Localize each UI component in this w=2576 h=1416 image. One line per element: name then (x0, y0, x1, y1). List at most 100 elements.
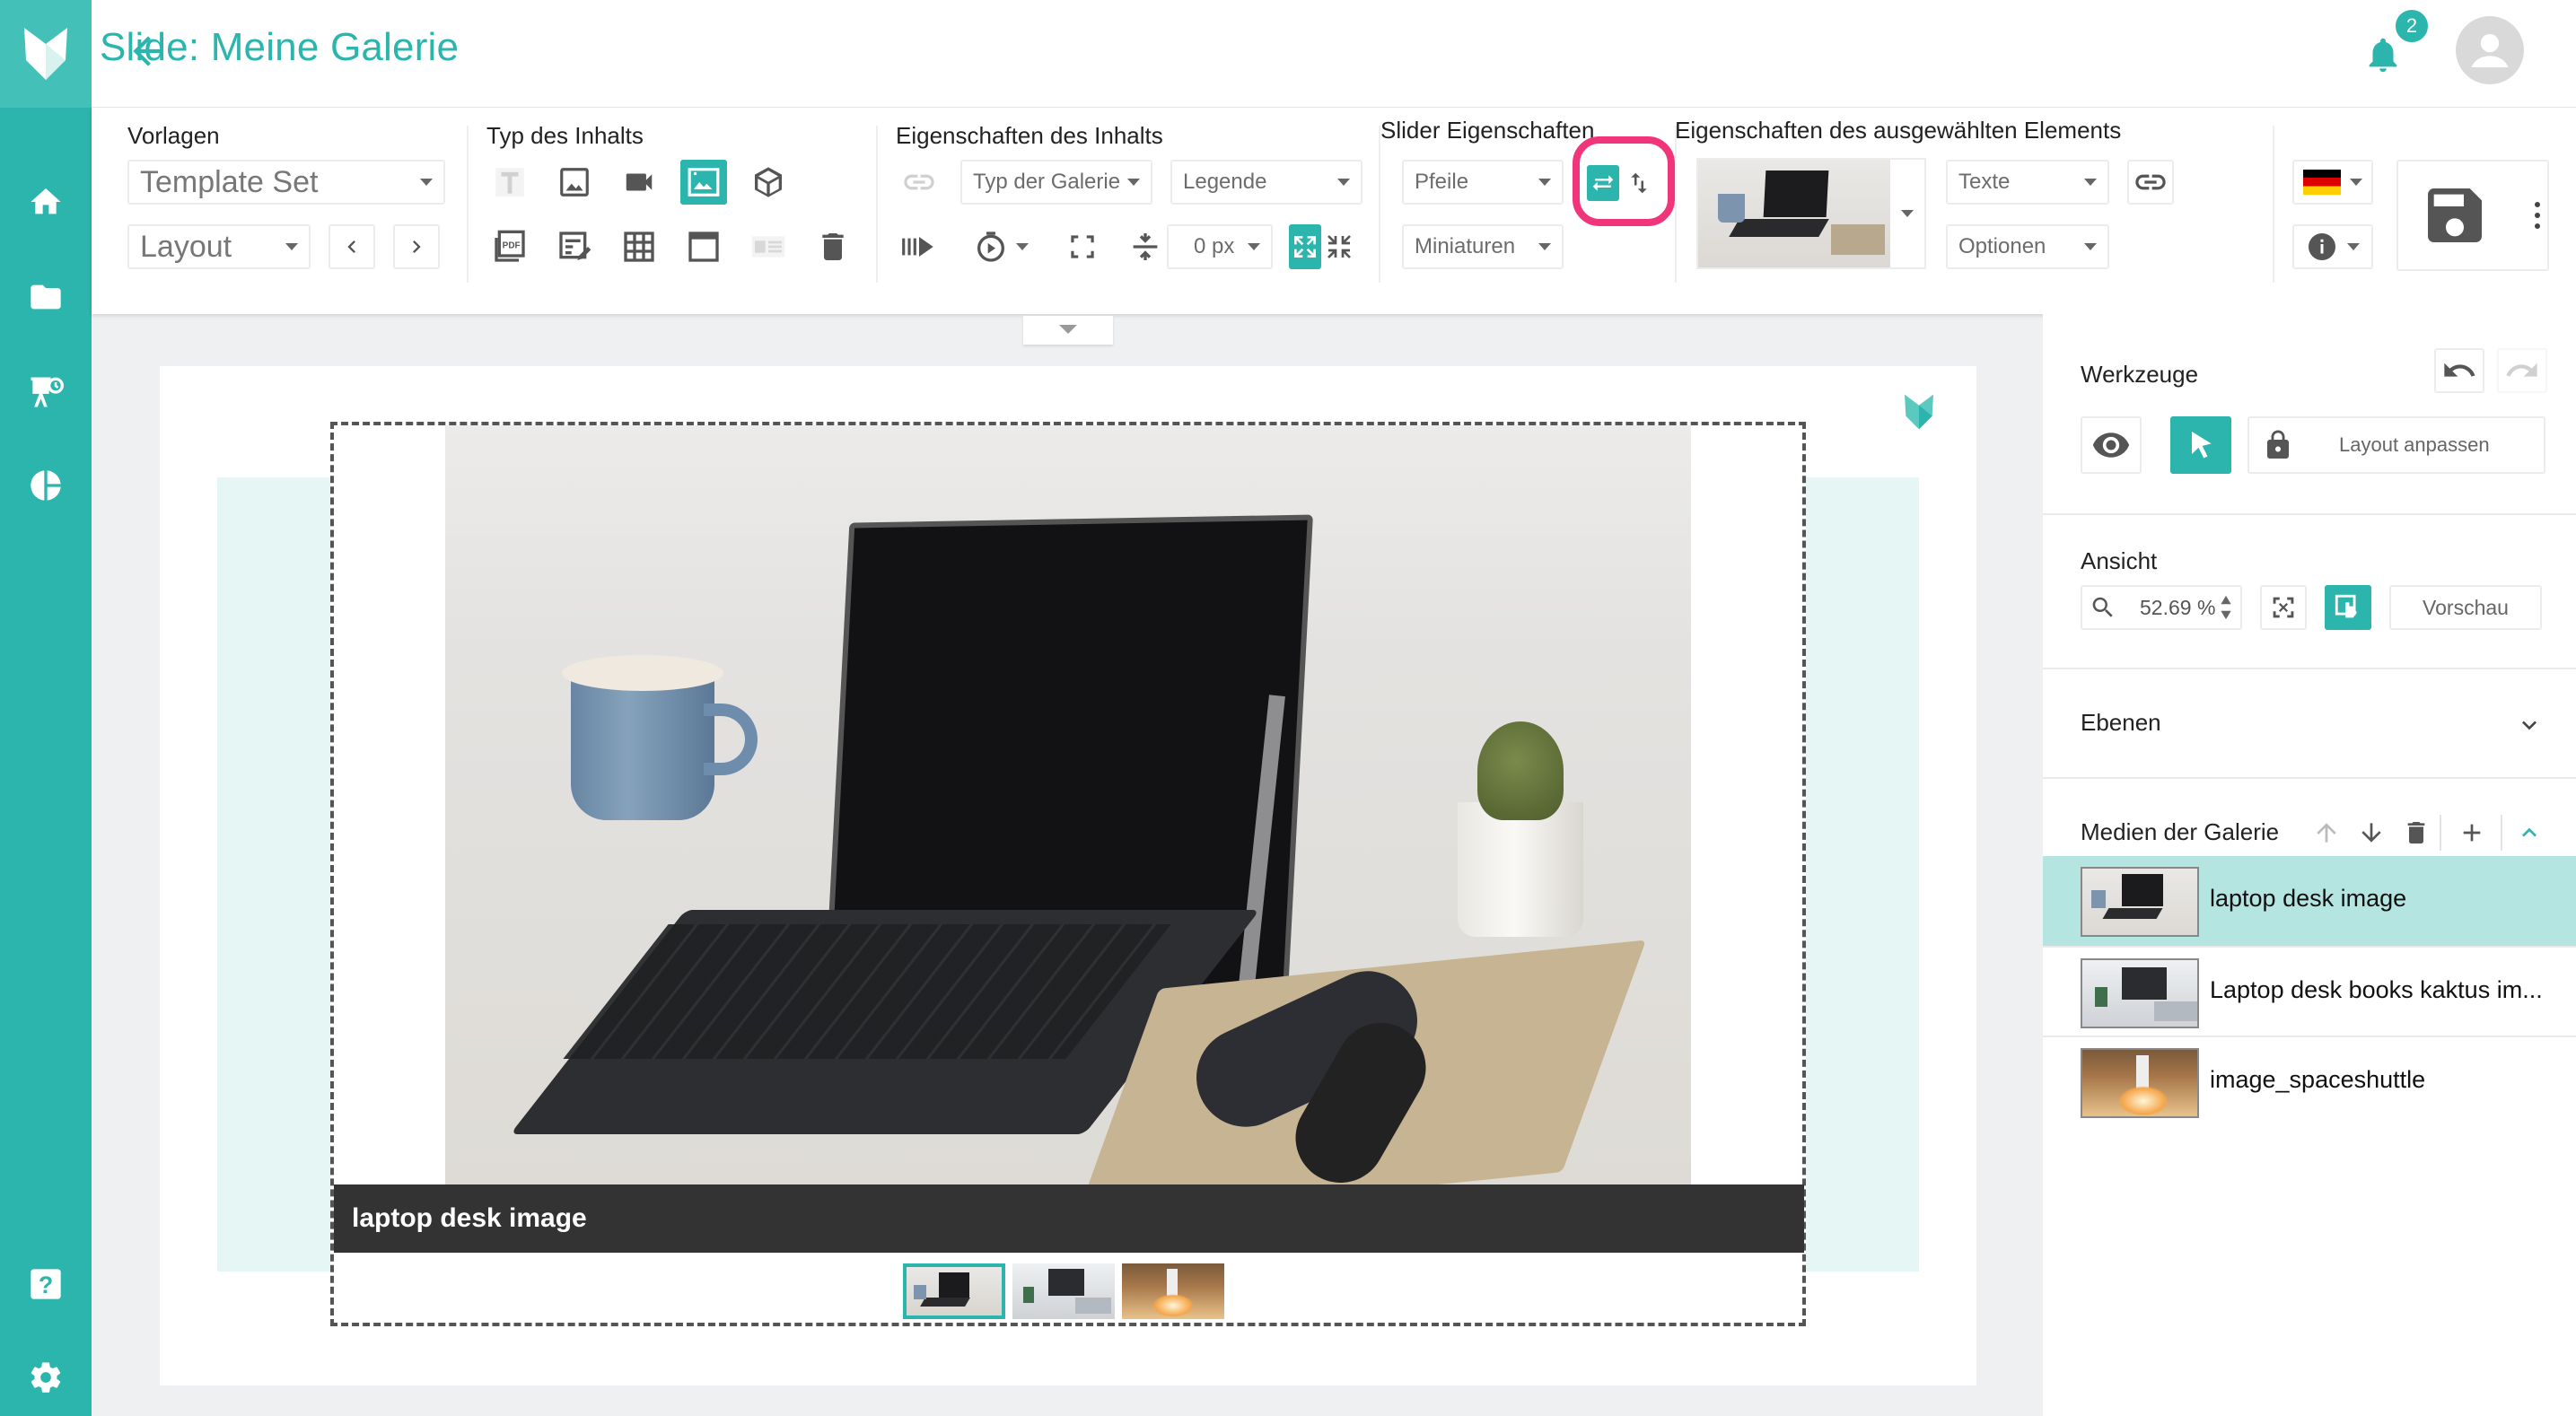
chevron-up-icon[interactable] (2515, 818, 2544, 852)
text-icon (495, 168, 524, 197)
pan-tool-button[interactable] (2325, 585, 2371, 630)
link-button[interactable] (896, 160, 942, 205)
move-down-icon[interactable] (2357, 818, 2386, 852)
undo-button[interactable] (2434, 348, 2484, 393)
table-icon (624, 232, 654, 262)
fullscreen-button[interactable] (1059, 224, 1106, 269)
spacing-icon-button[interactable] (1122, 224, 1169, 269)
select-tool-button[interactable] (2170, 416, 2231, 474)
delete-content-button[interactable] (810, 224, 856, 269)
gallery-type-select[interactable]: Typ der Galerie (960, 160, 1152, 205)
divider (2043, 513, 2576, 515)
home-icon[interactable] (23, 179, 68, 224)
gallery-type-button[interactable] (680, 160, 727, 205)
app-logo[interactable] (0, 0, 92, 108)
add-media-icon[interactable] (2458, 818, 2486, 852)
move-up-icon[interactable] (2312, 818, 2341, 852)
timer-select[interactable] (960, 224, 1041, 269)
settings-icon[interactable] (23, 1355, 68, 1400)
divider (467, 126, 469, 283)
video-camera-icon (626, 173, 653, 191)
pdf-type-button[interactable]: PDF (486, 224, 533, 269)
legend-select[interactable]: Legende (1170, 160, 1362, 205)
media-list-item[interactable]: laptop desk image (2043, 856, 2576, 946)
element-link-button[interactable] (2127, 160, 2174, 205)
ebenen-label[interactable]: Ebenen (2081, 709, 2161, 737)
3d-object-type-button[interactable] (745, 160, 792, 205)
table-type-button[interactable] (616, 224, 662, 269)
text-type-button[interactable] (486, 160, 533, 205)
vorschau-button[interactable]: Vorschau (2389, 585, 2542, 630)
werkzeuge-label: Werkzeuge (2081, 361, 2199, 388)
fit-view-button[interactable] (2260, 585, 2307, 630)
form-type-button[interactable] (551, 224, 598, 269)
image-type-button[interactable] (551, 160, 598, 205)
gallery-thumbnail-2[interactable] (1012, 1263, 1115, 1319)
chevron-down-icon[interactable] (2515, 711, 2544, 744)
eye-icon (2092, 433, 2130, 458)
fox-logo-icon (24, 28, 67, 80)
media-thumbnail (2081, 958, 2199, 1028)
thumbnails-select[interactable]: Miniaturen (1402, 224, 1564, 269)
gallery-thumbnail-1[interactable] (903, 1263, 1005, 1319)
card-type-button[interactable] (745, 224, 792, 269)
medien-label: Medien der Galerie (2081, 818, 2280, 845)
next-layout-button[interactable] (393, 224, 440, 269)
presentation-icon[interactable] (23, 370, 68, 415)
compress-arrows-icon (1327, 235, 1351, 258)
chevron-left-icon (347, 240, 355, 253)
gallery-thumbnail-3[interactable] (1122, 1263, 1224, 1319)
fit-compress-button[interactable] (1323, 224, 1355, 269)
visibility-button[interactable] (2081, 416, 2142, 474)
delete-media-icon[interactable] (2402, 818, 2431, 852)
texts-select[interactable]: Texte (1946, 160, 2109, 205)
layout-select[interactable]: Layout (127, 224, 311, 269)
notification-badge: 2 (2393, 7, 2431, 45)
timer-icon (977, 232, 1004, 262)
caret-down-icon (1059, 325, 1077, 334)
template-set-select[interactable]: Template Set (127, 160, 445, 205)
language-select[interactable] (2292, 160, 2373, 205)
zoom-input[interactable]: 52.69 % (2081, 585, 2242, 630)
undo-icon (2444, 363, 2475, 377)
fit-expand-button[interactable] (1289, 224, 1321, 269)
typ-des-inhalts-label: Typ des Inhalts (486, 122, 644, 149)
media-list-item[interactable]: Laptop desk books kaktus im... (2043, 948, 2576, 1037)
media-thumbnail (2081, 1048, 2199, 1118)
folder-icon[interactable] (23, 275, 68, 319)
eigenschaften-element-label: Eigenschaften des ausgewählten Elements (1675, 117, 2122, 144)
element-image-select[interactable] (1696, 158, 1926, 269)
arrows-select[interactable]: Pfeile (1402, 160, 1564, 205)
card-icon (751, 236, 785, 258)
media-name: image_spaceshuttle (2210, 1066, 2426, 1093)
save-button[interactable] (2396, 160, 2549, 271)
gallery-main-image[interactable] (445, 425, 1691, 1184)
info-select[interactable] (2292, 224, 2373, 269)
divider (876, 126, 878, 283)
media-thumbnail (2081, 867, 2199, 937)
horizontal-direction-button[interactable] (1587, 165, 1619, 201)
user-avatar[interactable] (2456, 16, 2524, 84)
frame-type-button[interactable] (680, 224, 727, 269)
redo-button[interactable] (2497, 348, 2547, 393)
spacing-select[interactable]: 0 px (1167, 224, 1273, 269)
autoplay-button[interactable] (896, 224, 942, 269)
fit-screen-icon (2273, 597, 2294, 618)
help-icon[interactable]: ? (23, 1262, 68, 1307)
divider (1675, 126, 1677, 283)
layout-anpassen-button[interactable]: Layout anpassen (2247, 416, 2545, 474)
german-flag-icon (2303, 170, 2341, 195)
swap-horizontal-icon (1592, 175, 1614, 191)
options-select[interactable]: Optionen (1946, 224, 2109, 269)
toolbar-collapse-tab[interactable] (1023, 316, 1113, 345)
stepper-arrows-icon[interactable] (2219, 594, 2233, 621)
vertical-direction-button[interactable] (1623, 165, 1655, 201)
video-type-button[interactable] (616, 160, 662, 205)
more-vertical-icon[interactable] (2535, 199, 2540, 232)
pdf-icon: PDF (495, 230, 525, 262)
expand-arrows-icon (1294, 236, 1316, 258)
pie-chart-icon[interactable] (23, 463, 68, 508)
previous-layout-button[interactable] (329, 224, 375, 269)
media-list-item[interactable]: image_spaceshuttle (2043, 1037, 2576, 1127)
info-icon (2309, 233, 2335, 260)
